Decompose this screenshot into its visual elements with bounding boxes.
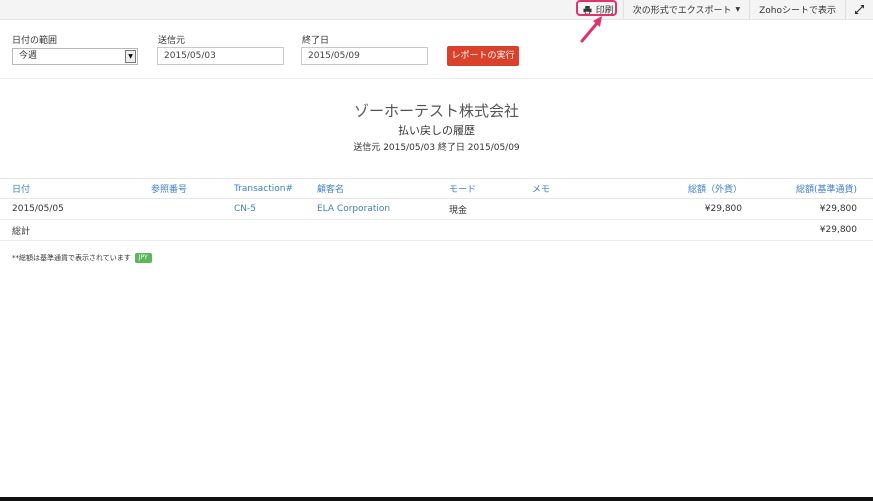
- currency-badge: JPY: [134, 253, 152, 263]
- table-header-row: 日付 参照番号 Transaction# 顧客名 モード メモ 総額（外貨） 総…: [0, 178, 873, 199]
- expand-icon: [855, 5, 864, 14]
- transaction-link[interactable]: CN-5: [234, 204, 256, 214]
- from-date-input[interactable]: 2015/05/03: [157, 47, 284, 65]
- to-date-label: 終了日: [302, 36, 330, 46]
- empty-cell: [317, 219, 449, 241]
- report-table: 日付 参照番号 Transaction# 顧客名 モード メモ 総額（外貨） 総…: [0, 178, 873, 241]
- empty-cell: [151, 219, 234, 241]
- zoho-sheet-label: Zohoシートで表示: [759, 6, 836, 16]
- expand-button[interactable]: [845, 0, 873, 19]
- bottom-bar: [0, 497, 873, 501]
- annotation-arrow-icon: [580, 16, 602, 43]
- table-row: 2015/05/05 CN-5 ELA Corporation 現金 ¥29,8…: [0, 198, 873, 220]
- report-date-range: 送信元 2015/05/03 終了日 2015/05/09: [353, 143, 520, 153]
- toolbar-actions: 印刷 次の形式でエクスポート ▼ Zohoシートで表示: [574, 0, 873, 19]
- company-name: ゾーホーテスト株式会社: [353, 102, 519, 120]
- view-in-zoho-sheet-button[interactable]: Zohoシートで表示: [749, 0, 845, 19]
- export-dropdown[interactable]: 次の形式でエクスポート ▼: [622, 0, 749, 19]
- header-date[interactable]: 日付: [0, 178, 151, 199]
- to-date-input[interactable]: 2015/05/09: [301, 47, 428, 65]
- header-reference[interactable]: 参照番号: [151, 178, 234, 199]
- footnote-text: **総額は基準通貨で表示されています: [12, 254, 131, 262]
- dropdown-arrow-icon[interactable]: ▼: [125, 50, 136, 63]
- run-report-button[interactable]: レポートの実行: [447, 46, 519, 66]
- cell-reference: [151, 198, 234, 220]
- customer-link[interactable]: ELA Corporation: [317, 204, 390, 214]
- header-transaction[interactable]: Transaction#: [234, 178, 317, 199]
- from-date-label: 送信元: [158, 36, 186, 46]
- cell-total-fcy: ¥29,800: [652, 198, 742, 220]
- date-range-label: 日付の範囲: [12, 36, 58, 46]
- report-title: 払い戻しの履歴: [398, 124, 475, 137]
- cell-mode: 現金: [449, 198, 532, 220]
- header-memo[interactable]: メモ: [532, 178, 652, 199]
- export-label: 次の形式でエクスポート: [632, 6, 732, 16]
- empty-cell: [652, 219, 742, 241]
- cell-total-bcy: ¥29,800: [742, 198, 873, 220]
- total-label: 総計: [0, 219, 151, 241]
- header-total-fcy[interactable]: 総額（外貨）: [652, 178, 742, 199]
- header-customer[interactable]: 顧客名: [317, 178, 449, 199]
- top-toolbar: 印刷 次の形式でエクスポート ▼ Zohoシートで表示: [0, 0, 873, 20]
- date-range-value: 今週: [19, 51, 38, 61]
- empty-cell: [532, 219, 652, 241]
- date-range-select[interactable]: 今週 ▼: [12, 48, 138, 65]
- empty-cell: [234, 219, 317, 241]
- divider: [0, 78, 873, 79]
- footnote: **総額は基準通貨で表示されています JPY: [12, 253, 152, 263]
- header-total-bcy[interactable]: 総額(基準通貨): [742, 178, 873, 199]
- empty-cell: [449, 219, 532, 241]
- total-row: 総計 ¥29,800: [0, 219, 873, 241]
- cell-memo: [532, 198, 652, 220]
- total-bcy: ¥29,800: [742, 219, 873, 241]
- header-mode[interactable]: モード: [449, 178, 532, 199]
- caret-down-icon: ▼: [735, 6, 741, 13]
- report-header: ゾーホーテスト株式会社 払い戻しの履歴 送信元 2015/05/03 終了日 2…: [0, 101, 873, 154]
- cell-date: 2015/05/05: [0, 198, 151, 220]
